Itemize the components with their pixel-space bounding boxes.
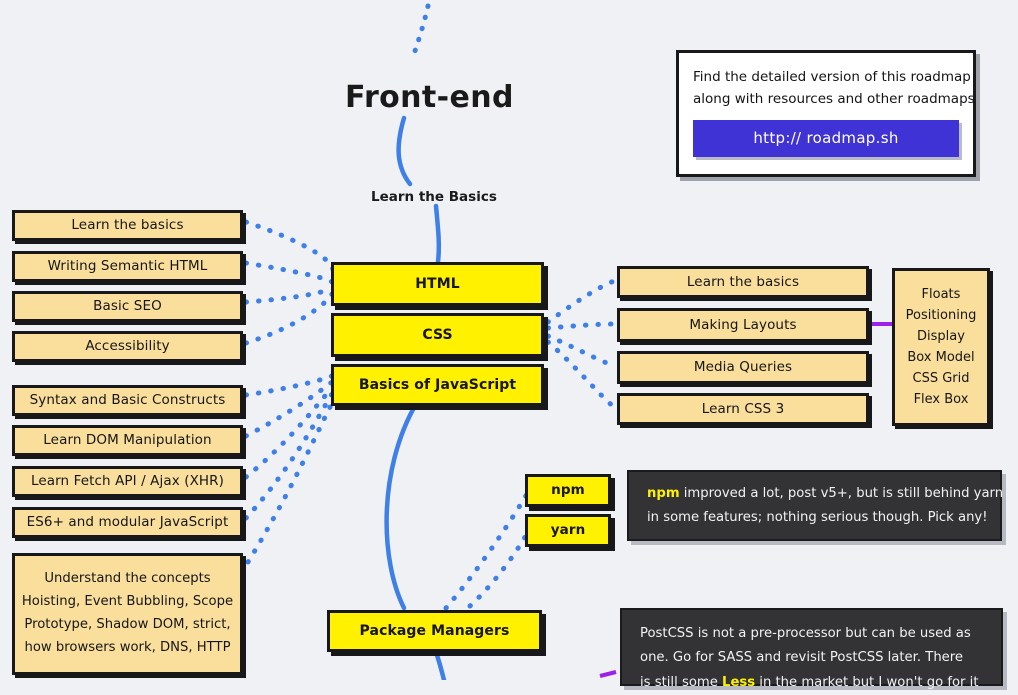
roadmap-canvas: Front-end Learn the Basics Find the deta… xyxy=(0,0,1018,690)
link-css-topic-4 xyxy=(545,339,617,410)
node-js-topic-learn-dom-manipulation[interactable]: Learn DOM Manipulation xyxy=(12,425,243,456)
node-html-topic-basic-seo[interactable]: Basic SEO xyxy=(12,291,243,322)
node-html[interactable]: HTML xyxy=(331,262,544,306)
postcss-note-line-3: is still some Less in the market but I w… xyxy=(640,671,985,695)
info-card-line-2: along with resources and other roadmaps xyxy=(693,90,975,107)
page-title: Front-end xyxy=(345,80,514,115)
main-spine-curve xyxy=(384,401,419,611)
node-js-concepts-box[interactable]: Understand the concepts Hoisting, Event … xyxy=(12,553,243,675)
node-css-topic-making-layouts[interactable]: Making Layouts xyxy=(617,308,869,342)
link-css-topic-3 xyxy=(545,333,617,369)
root-branch-label: Learn the Basics xyxy=(371,189,497,205)
postcss-note-line-1: PostCSS is not a pre-processor but can b… xyxy=(640,626,971,641)
node-css[interactable]: CSS xyxy=(331,313,544,357)
layout-topic-row: CSS Grid xyxy=(912,371,970,387)
js-concepts-row: Prototype, Shadow DOM, strict, xyxy=(24,617,231,632)
node-js-topic-learn-fetch-api-ajax[interactable]: Learn Fetch API / Ajax (XHR) xyxy=(12,466,243,497)
node-js-topic-syntax-and-basic-constructs[interactable]: Syntax and Basic Constructs xyxy=(12,385,243,416)
link-js-concepts xyxy=(245,397,337,565)
roadmap-url-button[interactable]: http:// roadmap.sh xyxy=(693,119,959,157)
spine-below-package-managers xyxy=(433,649,447,680)
node-js-topic-es6-modular-javascript[interactable]: ES6+ and modular JavaScript xyxy=(12,507,243,538)
top-entry-dotted-path xyxy=(409,3,431,63)
node-css-topic-media-queries[interactable]: Media Queries xyxy=(617,351,869,384)
node-html-topic-accessibility[interactable]: Accessibility xyxy=(12,331,243,362)
node-npm[interactable]: npm xyxy=(525,474,611,507)
node-css-topic-learn-css-3[interactable]: Learn CSS 3 xyxy=(617,393,869,425)
node-html-topic-learn-the-basics[interactable]: Learn the basics xyxy=(12,210,243,241)
node-html-topic-writing-semantic-html[interactable]: Writing Semantic HTML xyxy=(12,251,243,282)
js-concepts-row: Hoisting, Event Bubbling, Scope xyxy=(21,594,234,610)
layout-topic-row: Floats xyxy=(921,286,961,302)
link-package-yarn xyxy=(467,529,531,609)
link-html-topic-3 xyxy=(243,285,335,305)
npm-note-line-1-rest: improved a lot, post v5+, but is still b… xyxy=(679,486,1004,501)
js-concepts-row: Understand the concepts xyxy=(44,571,211,587)
roadmap-info-card: Find the detailed version of this roadma… xyxy=(676,50,976,177)
link-js-topic-4 xyxy=(243,391,335,521)
postcss-note: PostCSS is not a pre-processor but can b… xyxy=(620,608,1003,690)
npm-note: npm improved a lot, post v5+, but is sti… xyxy=(627,470,1003,541)
link-js-topic-2 xyxy=(243,379,335,439)
js-concepts-row: how browsers work, DNS, HTTP xyxy=(24,639,231,655)
layout-topic-row: Flex Box xyxy=(913,392,969,408)
postcss-note-line-3-pre: is still some xyxy=(640,674,723,690)
link-package-npm xyxy=(443,489,531,611)
link-html-topic-4 xyxy=(243,291,335,346)
postcss-note-line-2: one. Go for SASS and revisit PostCSS lat… xyxy=(640,650,964,666)
node-layout-topics-box[interactable]: Floats Positioning Display Box Model CSS… xyxy=(892,268,990,426)
layout-topic-row: Box Model xyxy=(907,350,975,365)
npm-note-line-2: in some features; nothing serious though… xyxy=(647,510,988,526)
link-js-topic-3 xyxy=(243,385,335,480)
link-js-topic-1 xyxy=(243,373,335,398)
basics-to-html-curve xyxy=(433,203,442,265)
node-basics-of-javascript[interactable]: Basics of JavaScript xyxy=(331,364,544,406)
postcss-note-highlight: Less xyxy=(722,674,756,690)
layout-topic-row: Display xyxy=(917,328,965,344)
layout-topic-row: Positioning xyxy=(905,307,977,323)
npm-note-highlight: npm xyxy=(647,486,680,501)
node-package-managers[interactable]: Package Managers xyxy=(327,610,542,652)
link-css-topic-1 xyxy=(545,278,617,325)
link-to-postcss-note xyxy=(599,670,617,678)
node-css-topic-learn-the-basics[interactable]: Learn the basics xyxy=(617,266,869,298)
link-html-topic-2 xyxy=(243,260,335,285)
info-card-line-1: Find the detailed version of this roadma… xyxy=(693,69,971,85)
link-css-topic-2 xyxy=(545,321,617,331)
title-to-basics-curve xyxy=(396,115,413,187)
npm-note-line-1: npm improved a lot, post v5+, but is sti… xyxy=(647,482,1003,506)
link-html-topic-1 xyxy=(243,219,336,277)
postcss-note-line-3-post: in the market but I won't go for it xyxy=(755,674,979,690)
node-yarn[interactable]: yarn xyxy=(525,514,611,547)
